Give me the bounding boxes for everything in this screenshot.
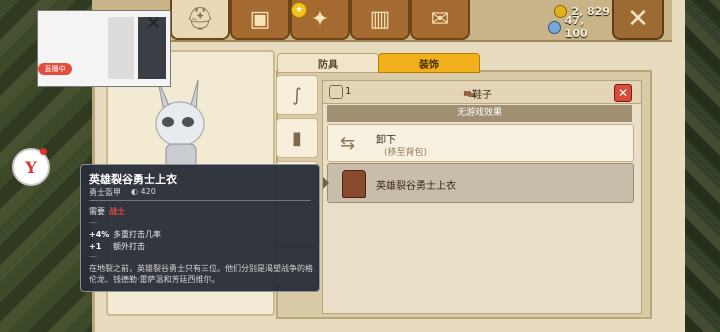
tooltip-title: 英雄裂谷勇士上衣: [89, 173, 177, 186]
tab-armor[interactable]: 防具: [277, 53, 379, 73]
live-badge: 直播中: [38, 63, 72, 75]
tooltip-divider: [89, 200, 311, 201]
live-stream-overlay[interactable]: ✕: [37, 10, 171, 87]
helmet-icon: ⛑: [186, 6, 214, 32]
character-model: [155, 79, 205, 169]
armor-icon: ◐: [131, 187, 138, 196]
stat-value: +1: [89, 242, 102, 251]
item-tooltip: 英雄裂谷勇士上衣 勇士盔甲 ◐ 420 需要 战士 — +4% 多重打击几率 +1 额…: [80, 164, 320, 292]
tunic-icon: [342, 170, 366, 198]
unequip-label: 卸下: [376, 135, 396, 146]
currency-display: 2, 829 47, 100: [548, 3, 610, 40]
close-icon: ✕: [627, 4, 649, 34]
slot-chest[interactable]: ▮: [276, 118, 318, 158]
tooltip-requirement: 需要 战士: [89, 206, 125, 217]
logo-letter: Y: [25, 157, 37, 177]
tab-helmet[interactable]: ⛑: [170, 0, 230, 40]
item-selection-panel: 1 👞 鞋子 ✕ 无游戏效果 ⇆ 卸下 (移至背包) 英雄裂谷勇士上衣: [322, 80, 642, 314]
tab-scroll[interactable]: ✉: [410, 0, 470, 40]
chest-slot-icon: ▮: [292, 127, 302, 149]
slot-feet[interactable]: ∫: [276, 75, 318, 115]
notification-dot-icon: [40, 148, 47, 155]
tooltip-dash: —: [89, 252, 97, 261]
requirement-class: 战士: [109, 207, 125, 216]
chest-icon: ▣: [249, 6, 271, 32]
tooltip-type: 勇士盔甲: [89, 188, 121, 197]
tab-book[interactable]: ▥: [350, 0, 410, 40]
unequip-sublabel: (移至背包): [384, 148, 428, 158]
app-logo[interactable]: Y: [12, 148, 50, 186]
feet-slot-icon: ∫: [292, 84, 302, 106]
scroll-icon: ✉: [430, 6, 450, 32]
tooltip-stat: +1 额外打击: [89, 241, 145, 252]
armor-value: 420: [140, 187, 156, 196]
skills-icon: ✦: [310, 6, 330, 32]
unequip-icon: ⇆: [340, 133, 356, 154]
item-panel-title: 鞋子: [472, 90, 492, 101]
stream-preview-list: [108, 17, 134, 79]
close-window-button[interactable]: ✕: [612, 0, 664, 40]
requirement-label: 需要: [89, 207, 105, 216]
equipped-item-row[interactable]: 英雄裂谷勇士上衣: [323, 163, 634, 203]
notification-star-icon: ★: [291, 2, 307, 18]
close-panel-button[interactable]: ✕: [614, 84, 632, 102]
unequip-button[interactable]: ⇆ 卸下 (移至背包): [327, 124, 634, 162]
selected-indicator-icon: [323, 177, 329, 189]
close-stream-icon[interactable]: ✕: [146, 13, 161, 34]
no-effect-banner: 无游戏效果: [327, 105, 632, 122]
tab-chest[interactable]: ▣: [230, 0, 290, 40]
tab-decoration[interactable]: 装饰: [378, 53, 480, 73]
stat-label: 多重打击几率: [113, 230, 161, 239]
item-panel-header: 1 👞 鞋子 ✕: [323, 81, 641, 104]
book-icon: ▥: [369, 6, 391, 32]
tooltip-armor: ◐ 420: [131, 187, 156, 196]
gem-value: 47, 100: [564, 14, 588, 40]
stat-label: 额外打击: [113, 242, 145, 251]
tooltip-description: 在地裂之前，英雄裂谷勇士只有三位。他们分别是渴望战争的格伦龙、钱德勒·雷萨温和芳…: [89, 264, 313, 284]
stat-value: +4%: [89, 230, 110, 239]
gem-icon: [548, 20, 561, 34]
equipped-item-label: 英雄裂谷勇士上衣: [376, 181, 456, 192]
tooltip-dash: —: [89, 218, 97, 227]
tooltip-stat: +4% 多重打击几率: [89, 229, 161, 240]
